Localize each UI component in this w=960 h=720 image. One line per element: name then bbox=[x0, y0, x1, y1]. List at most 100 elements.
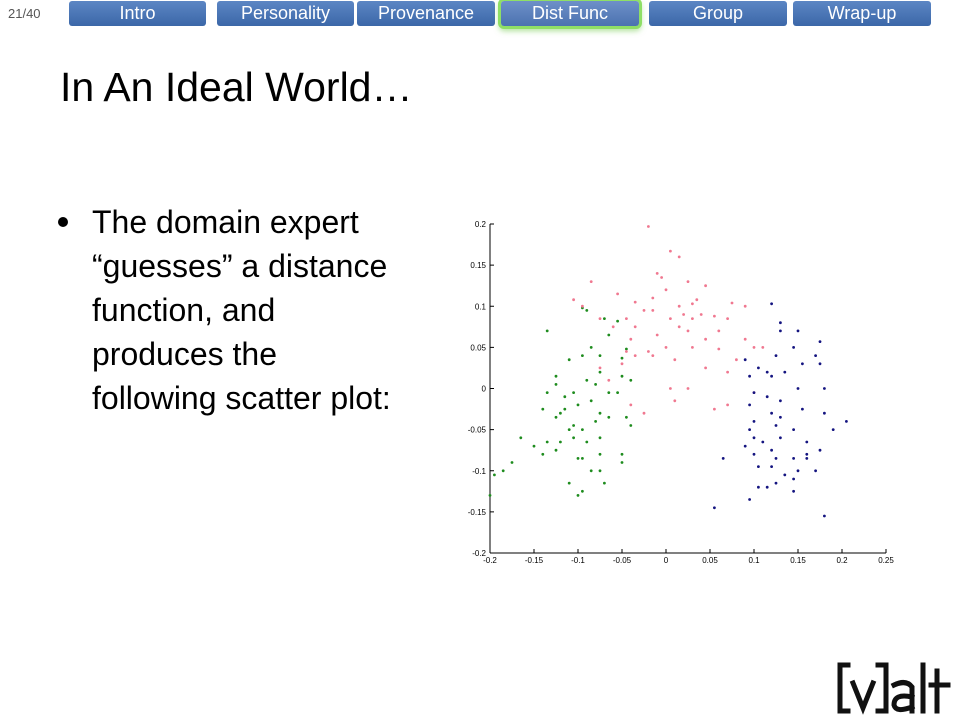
data-point-series-0 bbox=[598, 436, 602, 440]
data-point-series-0 bbox=[616, 391, 619, 394]
data-point-series-0 bbox=[620, 356, 624, 360]
data-point-series-2 bbox=[752, 436, 756, 440]
data-point-series-1 bbox=[691, 302, 694, 306]
data-point-series-2 bbox=[774, 481, 778, 485]
x-tick-label: -0.2 bbox=[483, 556, 497, 565]
data-point-series-0 bbox=[620, 374, 624, 378]
data-point-series-2 bbox=[774, 424, 778, 427]
bullet-text: The domain expert “guesses” a distance f… bbox=[92, 204, 391, 416]
y-tick-label: -0.15 bbox=[468, 508, 487, 517]
data-point-series-1 bbox=[607, 378, 611, 382]
data-point-series-2 bbox=[779, 415, 782, 419]
data-point-series-1 bbox=[699, 313, 703, 316]
data-point-series-2 bbox=[783, 473, 787, 477]
tab-personality[interactable]: Personality bbox=[217, 1, 354, 26]
data-point-series-0 bbox=[519, 436, 523, 440]
data-point-series-1 bbox=[717, 329, 721, 333]
data-point-series-1 bbox=[647, 350, 650, 353]
data-point-series-1 bbox=[726, 370, 729, 374]
data-point-series-2 bbox=[770, 465, 773, 468]
data-point-series-0 bbox=[559, 411, 562, 415]
data-point-series-2 bbox=[757, 366, 760, 370]
data-point-series-0 bbox=[563, 395, 567, 399]
y-tick-label: 0 bbox=[482, 385, 487, 394]
scatter-plot: 0.20.150.10.050-0.05-0.1-0.15-0.2-0.2 -0.… bbox=[468, 220, 895, 565]
data-point-series-1 bbox=[677, 325, 681, 329]
data-point-series-2 bbox=[814, 469, 817, 473]
data-point-series-2 bbox=[845, 420, 848, 423]
data-point-series-2 bbox=[748, 403, 751, 407]
data-point-series-0 bbox=[572, 424, 575, 427]
data-point-series-0 bbox=[510, 461, 514, 464]
data-point-series-1 bbox=[691, 346, 694, 349]
data-point-series-1 bbox=[735, 358, 738, 362]
data-point-series-1 bbox=[589, 280, 593, 283]
data-point-series-2 bbox=[752, 452, 756, 456]
data-point-series-2 bbox=[818, 340, 822, 343]
tab-wrap-up[interactable]: Wrap-up bbox=[793, 1, 931, 26]
data-point-series-2 bbox=[818, 362, 822, 366]
data-point-series-2 bbox=[779, 399, 782, 403]
data-point-series-1 bbox=[642, 411, 646, 415]
data-point-series-1 bbox=[673, 399, 677, 403]
data-point-series-1 bbox=[695, 298, 699, 302]
data-point-series-0 bbox=[572, 436, 575, 440]
data-point-series-2 bbox=[779, 321, 782, 325]
data-point-series-1 bbox=[633, 354, 637, 357]
data-point-series-0 bbox=[629, 424, 633, 427]
data-point-series-1 bbox=[651, 354, 655, 357]
bullet-icon bbox=[58, 217, 68, 227]
data-point-series-0 bbox=[567, 358, 571, 362]
y-tick-label: -0.05 bbox=[468, 426, 487, 435]
data-point-series-2 bbox=[713, 506, 716, 510]
data-point-series-0 bbox=[572, 391, 575, 394]
data-point-series-2 bbox=[743, 444, 747, 448]
data-point-series-1 bbox=[620, 362, 624, 366]
data-point-series-0 bbox=[589, 469, 593, 473]
data-point-series-1 bbox=[611, 325, 615, 329]
data-point-series-2 bbox=[748, 428, 751, 431]
data-point-series-0 bbox=[545, 329, 549, 333]
tab-provenance[interactable]: Provenance bbox=[357, 1, 495, 26]
data-point-series-0 bbox=[585, 378, 589, 382]
data-point-series-2 bbox=[774, 457, 778, 460]
data-point-series-1 bbox=[669, 387, 672, 390]
y-tick-label: -0.1 bbox=[472, 467, 486, 476]
data-point-series-0 bbox=[585, 309, 589, 312]
data-point-series-0 bbox=[603, 481, 606, 485]
x-tick-label: 0.05 bbox=[702, 556, 718, 565]
data-point-series-2 bbox=[743, 358, 747, 362]
tab-intro[interactable]: Intro bbox=[69, 1, 206, 26]
data-point-series-0 bbox=[563, 407, 567, 411]
data-point-series-1 bbox=[743, 304, 747, 308]
tab-group[interactable]: Group bbox=[649, 1, 787, 26]
data-point-series-2 bbox=[823, 387, 826, 390]
data-point-series-2 bbox=[779, 436, 782, 440]
data-point-series-0 bbox=[598, 411, 602, 415]
data-point-series-2 bbox=[748, 374, 751, 378]
data-point-series-0 bbox=[607, 415, 611, 419]
tab-dist-func[interactable]: Dist Func bbox=[501, 1, 639, 26]
x-tick-label: -0.1 bbox=[571, 556, 585, 565]
data-point-series-1 bbox=[598, 366, 602, 370]
data-point-series-2 bbox=[765, 370, 769, 374]
data-point-series-2 bbox=[783, 370, 787, 374]
data-point-series-0 bbox=[501, 469, 505, 473]
x-tick-label: 0.15 bbox=[790, 556, 806, 565]
data-point-series-0 bbox=[567, 481, 571, 485]
data-point-series-0 bbox=[625, 347, 628, 351]
data-point-series-0 bbox=[620, 452, 624, 456]
data-point-series-2 bbox=[796, 387, 800, 390]
data-point-series-2 bbox=[805, 440, 809, 444]
data-point-series-1 bbox=[669, 249, 672, 253]
data-point-series-0 bbox=[581, 457, 584, 460]
data-point-series-1 bbox=[686, 329, 690, 333]
data-point-series-1 bbox=[717, 347, 721, 351]
data-point-series-2 bbox=[761, 440, 765, 444]
data-point-series-2 bbox=[770, 448, 773, 452]
data-point-series-2 bbox=[792, 428, 795, 431]
data-point-series-0 bbox=[598, 452, 602, 456]
data-point-series-0 bbox=[554, 415, 558, 419]
data-point-series-2 bbox=[831, 428, 835, 431]
data-point-series-2 bbox=[814, 354, 817, 357]
